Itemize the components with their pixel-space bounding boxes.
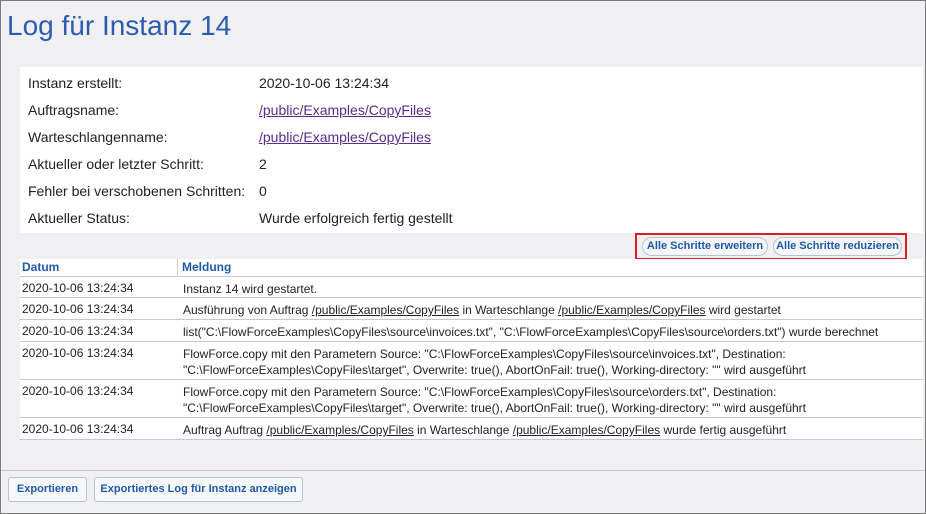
instance-log-page: Log für Instanz 14 Instanz erstellt: 202…	[0, 0, 926, 514]
info-label: Fehler bei verschobenen Schritten:	[28, 183, 246, 199]
footer-divider	[1, 470, 925, 471]
log-date-cell: 2020-10-06 13:24:34	[22, 346, 134, 360]
log-message-text: Ausführung von Auftrag	[183, 303, 312, 317]
info-label: Aktueller oder letzter Schritt:	[28, 156, 204, 172]
column-header-date[interactable]: Datum	[22, 260, 59, 274]
info-value-deferred-errors: 0	[259, 183, 267, 199]
info-label: Warteschlangenname:	[28, 129, 168, 145]
expand-all-steps-button[interactable]: Alle Schritte erweitern	[642, 237, 768, 256]
instance-info-panel: Instanz erstellt: 2020-10-06 13:24:34 Au…	[20, 67, 923, 233]
log-message-cell: list("C:\FlowForceExamples\CopyFiles\sou…	[183, 324, 918, 340]
log-message-text: list("C:\FlowForceExamples\CopyFiles\sou…	[183, 325, 879, 339]
info-label: Instanz erstellt:	[28, 75, 123, 91]
log-date-cell: 2020-10-06 13:24:34	[22, 384, 134, 398]
column-header-message[interactable]: Meldung	[182, 260, 231, 274]
log-path-link[interactable]: /public/Examples/CopyFiles	[312, 303, 459, 317]
log-message-text: FlowForce.copy mit den Parametern Source…	[183, 385, 807, 415]
log-message-cell: Ausführung von Auftrag /public/Examples/…	[183, 302, 918, 318]
table-row: 2020-10-06 13:24:34 Auftrag Auftrag /publ…	[20, 418, 923, 440]
log-message-text: wird gestartet	[705, 303, 781, 317]
info-label: Auftragsname:	[28, 102, 120, 118]
info-value-current-step: 2	[259, 156, 267, 172]
log-path-link[interactable]: /public/Examples/CopyFiles	[266, 423, 413, 437]
log-message-text: in Warteschlange	[459, 303, 559, 317]
info-value-status: Wurde erfolgreich fertig gestellt	[259, 210, 453, 226]
collapse-all-steps-button[interactable]: Alle Schritte reduzieren	[773, 237, 902, 256]
log-date-cell: 2020-10-06 13:24:34	[22, 281, 134, 295]
column-divider	[177, 259, 178, 276]
log-message-text: FlowForce.copy mit den Parametern Source…	[183, 347, 807, 377]
log-date-cell: 2020-10-06 13:24:34	[22, 422, 134, 436]
log-message-text: Auftrag Auftrag	[183, 423, 267, 437]
table-row: 2020-10-06 13:24:34 Instanz 14 wird gesta…	[20, 277, 923, 298]
log-path-link[interactable]: /public/Examples/CopyFiles	[558, 303, 705, 317]
table-row: 2020-10-06 13:24:34 list("C:\FlowForceExa…	[20, 320, 923, 342]
log-date-cell: 2020-10-06 13:24:34	[22, 324, 134, 338]
export-button[interactable]: Exportieren	[8, 477, 87, 502]
log-path-link[interactable]: /public/Examples/CopyFiles	[513, 423, 660, 437]
log-message-text: in Warteschlange	[413, 423, 513, 437]
log-date-cell: 2020-10-06 13:24:34	[22, 302, 134, 316]
log-table-header: Datum Meldung	[20, 259, 923, 277]
log-message-cell: Auftrag Auftrag /public/Examples/CopyFil…	[183, 422, 918, 438]
log-message-text: wurde fertig ausgeführt	[660, 423, 787, 437]
info-value-created: 2020-10-06 13:24:34	[259, 75, 389, 91]
queue-name-link[interactable]: /public/Examples/CopyFiles	[259, 129, 431, 145]
job-name-link[interactable]: /public/Examples/CopyFiles	[259, 102, 431, 118]
table-row: 2020-10-06 13:24:34 FlowForce.copy mit de…	[20, 380, 923, 418]
log-table: Datum Meldung 2020-10-06 13:24:34 Instanz…	[20, 259, 923, 440]
log-table-body: 2020-10-06 13:24:34 Instanz 14 wird gesta…	[20, 277, 923, 440]
log-message-text: Instanz 14 wird gestartet.	[183, 282, 318, 296]
info-label: Aktueller Status:	[28, 210, 130, 226]
log-message-cell: Instanz 14 wird gestartet.	[183, 281, 918, 297]
log-message-cell: FlowForce.copy mit den Parametern Source…	[183, 384, 918, 416]
log-message-cell: FlowForce.copy mit den Parametern Source…	[183, 346, 918, 378]
table-row: 2020-10-06 13:24:34 Ausführung von Auftra…	[20, 298, 923, 320]
page-title: Log für Instanz 14	[7, 10, 232, 41]
show-exported-log-button[interactable]: Exportiertes Log für Instanz anzeigen	[94, 477, 303, 502]
table-row: 2020-10-06 13:24:34 FlowForce.copy mit de…	[20, 342, 923, 380]
